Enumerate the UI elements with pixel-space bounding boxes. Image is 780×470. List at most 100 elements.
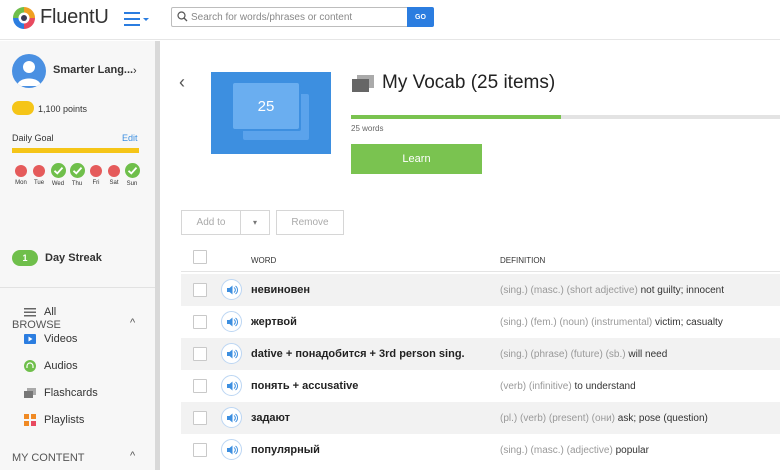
sidebar-item-label: All <box>44 306 57 318</box>
definition-text: not guilty; innocent <box>640 285 724 296</box>
sidebar-item-videos[interactable]: Videos <box>24 331 144 349</box>
vocab-word[interactable]: понять + accusative <box>251 380 358 392</box>
vocab-definition: (sing.) (masc.) (short adjective) not gu… <box>500 285 724 296</box>
vocab-definition: (verb) (infinitive) to understand <box>500 381 636 392</box>
video-icon <box>24 334 36 344</box>
vocab-definition: (pl.) (verb) (present) (они) ask; pose (… <box>500 413 708 424</box>
sidebar-item-playlists[interactable]: Playlists <box>24 412 144 430</box>
search-input[interactable] <box>191 9 403 25</box>
vocab-definition: (sing.) (fem.) (noun) (instrumental) vic… <box>500 317 723 328</box>
play-audio-button[interactable] <box>221 311 242 332</box>
grammar-tags: (sing.) (fem.) (noun) (instrumental) <box>500 317 653 328</box>
hamburger-menu-icon[interactable] <box>124 10 150 28</box>
daily-goal-label: Daily Goal <box>12 133 54 143</box>
fluentu-logo-icon[interactable] <box>12 6 36 30</box>
sidebar-divider <box>0 287 155 288</box>
logo-text[interactable]: FluentU <box>40 6 109 29</box>
speaker-icon <box>227 381 238 391</box>
search-go-button[interactable]: GO <box>407 7 434 27</box>
sidebar: Smarter Lang... › 1,100 points Daily Goa… <box>0 41 155 470</box>
day-wed: Wed <box>49 163 67 187</box>
select-all-checkbox[interactable] <box>193 250 207 264</box>
flashcards-icon <box>352 75 374 92</box>
definition-text: ask; pose (question) <box>617 413 708 424</box>
weekly-streak-days: Mon Tue Wed Thu Fri Sat Sun <box>12 163 142 195</box>
flashcards-icon <box>24 388 36 398</box>
search-box <box>171 7 408 27</box>
words-count: 25 words <box>351 124 384 133</box>
check-icon <box>50 163 66 178</box>
row-checkbox[interactable] <box>193 443 207 457</box>
definition-text: to understand <box>574 381 636 392</box>
chevron-down-icon: ▾ <box>252 218 257 227</box>
column-header-definition: DEFINITION <box>500 256 546 265</box>
grammar-tags: (pl.) (verb) (present) (они) <box>500 413 616 424</box>
edit-goal-link[interactable]: Edit <box>122 133 138 143</box>
streak-count-badge: 1 <box>12 250 38 266</box>
learn-button[interactable]: Learn <box>351 144 482 174</box>
play-audio-button[interactable] <box>221 439 242 460</box>
row-checkbox[interactable] <box>193 283 207 297</box>
check-icon <box>69 163 85 178</box>
sidebar-item-flashcards[interactable]: Flashcards <box>24 385 144 403</box>
user-silhouette-icon <box>17 61 41 86</box>
day-tue: Tue <box>30 163 48 186</box>
remove-button[interactable]: Remove <box>276 210 344 235</box>
daily-goal-bar <box>12 148 139 153</box>
table-row[interactable]: невиновен (sing.) (masc.) (short adjectiv… <box>181 274 780 306</box>
row-checkbox[interactable] <box>193 379 207 393</box>
definition-text: popular <box>615 445 649 456</box>
my-content-heading[interactable]: MY CONTENT <box>12 452 85 464</box>
sidebar-item-label: Videos <box>44 333 78 345</box>
row-checkbox[interactable] <box>193 411 207 425</box>
table-row[interactable]: понять + accusative (verb) (infinitive) t… <box>181 370 780 402</box>
row-checkbox[interactable] <box>193 347 207 361</box>
headphones-icon <box>24 360 36 372</box>
definition-text: will need <box>628 349 668 360</box>
check-icon <box>124 163 140 178</box>
deck-item-count: 25 <box>257 97 275 115</box>
back-chevron-icon[interactable]: ‹ <box>179 72 185 93</box>
progress-bar <box>351 115 780 119</box>
day-sat: Sat <box>105 163 123 186</box>
day-mon: Mon <box>12 163 30 186</box>
table-row[interactable]: задают (pl.) (verb) (present) (они) ask; … <box>181 402 780 434</box>
vocab-word[interactable]: задают <box>251 412 290 424</box>
vocab-word[interactable]: невиновен <box>251 284 310 296</box>
sidebar-item-label: Playlists <box>44 414 85 426</box>
play-audio-button[interactable] <box>221 343 242 364</box>
table-header: WORD DEFINITION <box>181 246 780 272</box>
day-fri: Fri <box>87 163 105 186</box>
add-to-dropdown[interactable]: ▾ <box>240 210 270 235</box>
missed-day-dot <box>108 165 120 177</box>
points-text: 1,100 points <box>38 104 88 114</box>
table-row[interactable]: dative + понадобится + 3rd person sing. (… <box>181 338 780 370</box>
sidebar-scrollbar[interactable] <box>155 41 160 470</box>
chevron-right-icon[interactable]: › <box>133 65 137 77</box>
sidebar-item-audios[interactable]: Audios <box>24 358 144 376</box>
sidebar-item-all[interactable]: All <box>24 304 144 322</box>
definition-text: victim; casualty <box>655 317 723 328</box>
table-row[interactable]: популярный (sing.) (masc.) (adjective) po… <box>181 434 780 466</box>
speaker-icon <box>227 317 238 327</box>
row-checkbox[interactable] <box>193 315 207 329</box>
add-to-button[interactable]: Add to <box>181 210 241 235</box>
chevron-up-icon[interactable]: ^ <box>130 450 135 462</box>
play-audio-button[interactable] <box>221 407 242 428</box>
missed-day-dot <box>90 165 102 177</box>
avatar[interactable] <box>12 54 46 88</box>
vocab-definition: (sing.) (phrase) (future) (sb.) will nee… <box>500 349 667 360</box>
vocab-word[interactable]: dative + понадобится + 3rd person sing. <box>251 348 465 360</box>
missed-day-dot <box>15 165 27 177</box>
vocab-word[interactable]: популярный <box>251 444 320 456</box>
grid-icon <box>24 414 36 426</box>
table-row[interactable]: жертвой (sing.) (fem.) (noun) (instrument… <box>181 306 780 338</box>
page-title: My Vocab (25 items) <box>382 72 556 93</box>
speaker-icon <box>227 445 238 455</box>
sidebar-item-label: Flashcards <box>44 387 98 399</box>
grammar-tags: (sing.) (masc.) (short adjective) <box>500 285 638 296</box>
vocab-word[interactable]: жертвой <box>251 316 297 328</box>
play-audio-button[interactable] <box>221 279 242 300</box>
user-name[interactable]: Smarter Lang... <box>53 64 133 76</box>
play-audio-button[interactable] <box>221 375 242 396</box>
